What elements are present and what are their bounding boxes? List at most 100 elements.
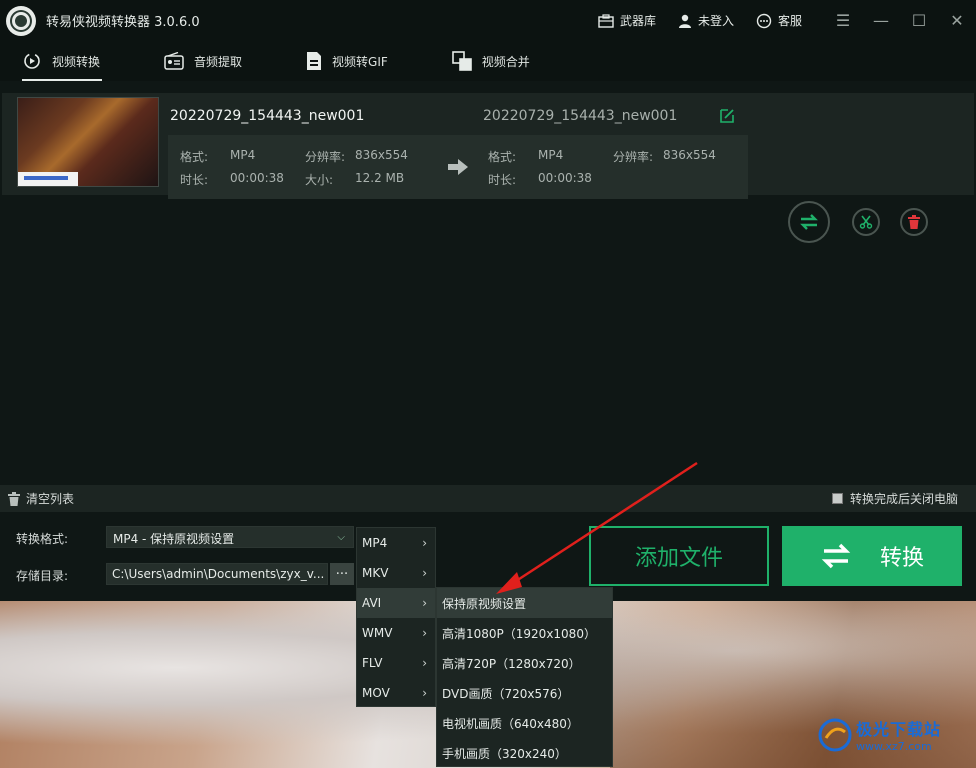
dir-setting-label: 存储目录: (16, 569, 69, 583)
minimize-icon: — (873, 11, 889, 30)
format-option-label: MKV (362, 566, 389, 580)
add-file-button[interactable]: 添加文件 (589, 526, 769, 586)
tab-audio-extract[interactable]: 音频提取 (142, 41, 266, 81)
chevron-right-icon: › (422, 626, 427, 640)
app-title: 转易侠视频转换器 3.0.6.0 (46, 15, 200, 30)
service-button[interactable]: 客服 (756, 12, 802, 29)
format-setting-label: 转换格式: (16, 532, 69, 546)
edit-icon[interactable] (718, 107, 736, 125)
watermark-main-text: 极光下载站 (856, 720, 942, 739)
quality-option[interactable]: DVD画质（720x576） (437, 678, 612, 708)
format-option-label: MP4 (362, 536, 388, 550)
format-option-label: WMV (362, 626, 393, 640)
tab-label: 视频转换 (52, 54, 101, 69)
weapons-button[interactable]: 武器库 (598, 12, 656, 29)
chevron-right-icon: › (422, 656, 427, 670)
gif-icon (307, 52, 322, 70)
trash-icon (8, 491, 20, 506)
convert-icon (821, 543, 851, 569)
quality-option[interactable]: 手机画质（320x240） (437, 738, 612, 768)
format-menu: MP4 › MKV › AVI › WMV › FLV › MOV › (356, 527, 436, 707)
menu-button[interactable]: ☰ (824, 0, 862, 41)
cut-button[interactable] (852, 208, 880, 236)
tab-bar: 视频转换 音频提取 视频转GIF 视频合并 (0, 41, 976, 81)
chevron-right-icon: › (422, 566, 427, 580)
quality-submenu: 保持原视频设置 高清1080P（1920x1080） 高清720P（1280x7… (436, 587, 613, 767)
format-option-label: MOV (362, 686, 390, 700)
source-duration: 00:00:38 (230, 171, 284, 185)
watermark: 极光下载站 www.xz7.com (818, 716, 941, 753)
resolution-label: 分辨率: (613, 150, 654, 164)
convert-single-button[interactable] (788, 201, 830, 243)
quality-option[interactable]: 高清1080P（1920x1080） (437, 618, 612, 648)
format-select-value: MP4 - 保持原视频设置 (113, 532, 235, 546)
watermark-logo-icon (818, 718, 852, 751)
watermark-sub-text: www.xz7.com (856, 740, 932, 753)
output-dir-field[interactable]: C:\Users\admin\Documents\zyx_v... (106, 563, 328, 585)
format-select[interactable]: MP4 - 保持原视频设置 ⌵ (106, 526, 354, 548)
output-file-name: 20220729_154443_new001 (483, 108, 678, 124)
chevron-down-icon: ⌵ (337, 532, 345, 543)
source-resolution: 836x554 (355, 148, 408, 162)
convert-label: 转换 (879, 546, 924, 571)
merge-icon (451, 51, 472, 71)
chevron-right-icon: › (422, 686, 427, 700)
convert-icon (800, 214, 818, 230)
video-thumbnail (17, 97, 159, 187)
file-list: 20220729_154443_new001 20220729_154443_n… (0, 81, 976, 485)
browse-button[interactable]: ... (330, 563, 354, 585)
tab-gif[interactable]: 视频转GIF (284, 41, 412, 81)
duration-label: 时长: (180, 173, 209, 187)
shutdown-checkbox[interactable] (831, 493, 843, 504)
chevron-right-icon: › (422, 596, 427, 610)
format-option-mkv[interactable]: MKV › (357, 558, 435, 588)
size-label: 大小: (305, 173, 334, 187)
format-label: 格式: (488, 150, 517, 164)
close-icon: ✕ (950, 11, 964, 30)
duration-label: 时长: (488, 173, 517, 187)
format-option-avi[interactable]: AVI › (357, 588, 435, 618)
close-button[interactable]: ✕ (938, 0, 976, 41)
login-button[interactable]: 未登入 (678, 12, 734, 29)
format-option-label: FLV (362, 656, 383, 670)
list-toolbar: 清空列表 转换完成后关闭电脑 (0, 485, 976, 512)
scissors-icon (859, 215, 873, 229)
format-option-flv[interactable]: FLV › (357, 648, 435, 678)
tab-merge[interactable]: 视频合并 (430, 41, 554, 81)
quality-option[interactable]: 高清720P（1280x720） (437, 648, 612, 678)
weapons-label: 武器库 (619, 14, 656, 28)
output-resolution: 836x554 (663, 148, 716, 162)
audio-extract-icon (164, 52, 184, 70)
login-label: 未登入 (697, 14, 734, 28)
quality-option[interactable]: 保持原视频设置 (437, 588, 612, 618)
delete-button[interactable] (900, 208, 928, 236)
resolution-label: 分辨率: (305, 150, 346, 164)
source-file-name: 20220729_154443_new001 (170, 108, 365, 124)
format-option-mov[interactable]: MOV › (357, 678, 435, 708)
minimize-button[interactable]: — (862, 0, 900, 41)
convert-button[interactable]: 转换 (782, 526, 962, 586)
tab-label: 音频提取 (194, 54, 243, 69)
video-convert-icon (24, 53, 40, 69)
chat-icon (756, 13, 772, 28)
format-option-mp4[interactable]: MP4 › (357, 528, 435, 558)
quality-option[interactable]: 电视机画质（640x480） (437, 708, 612, 738)
tab-video-convert[interactable]: 视频转换 (0, 41, 124, 81)
source-size: 12.2 MB (355, 171, 405, 185)
shutdown-option[interactable]: 转换完成后关闭电脑 (831, 490, 958, 507)
clear-list-button[interactable]: 清空列表 (8, 490, 74, 507)
title-bar: 转易侠视频转换器 3.0.6.0 武器库 未登入 客服 ☰ — ☐ ✕ (0, 0, 976, 41)
file-info-panel: 格式: MP4 分辨率: 836x554 时长: 00:00:38 大小: 12… (168, 135, 748, 199)
format-option-label: AVI (362, 596, 382, 610)
chevron-right-icon: › (422, 536, 427, 550)
shutdown-label: 转换完成后关闭电脑 (849, 492, 958, 506)
toolbox-icon (598, 13, 614, 28)
maximize-button[interactable]: ☐ (900, 0, 938, 41)
format-option-wmv[interactable]: WMV › (357, 618, 435, 648)
clear-list-label: 清空列表 (26, 492, 75, 506)
tab-label: 视频合并 (481, 54, 530, 69)
file-row[interactable]: 20220729_154443_new001 20220729_154443_n… (2, 93, 974, 199)
maximize-icon: ☐ (911, 11, 927, 30)
trash-icon (908, 215, 920, 229)
output-duration: 00:00:38 (538, 171, 592, 185)
